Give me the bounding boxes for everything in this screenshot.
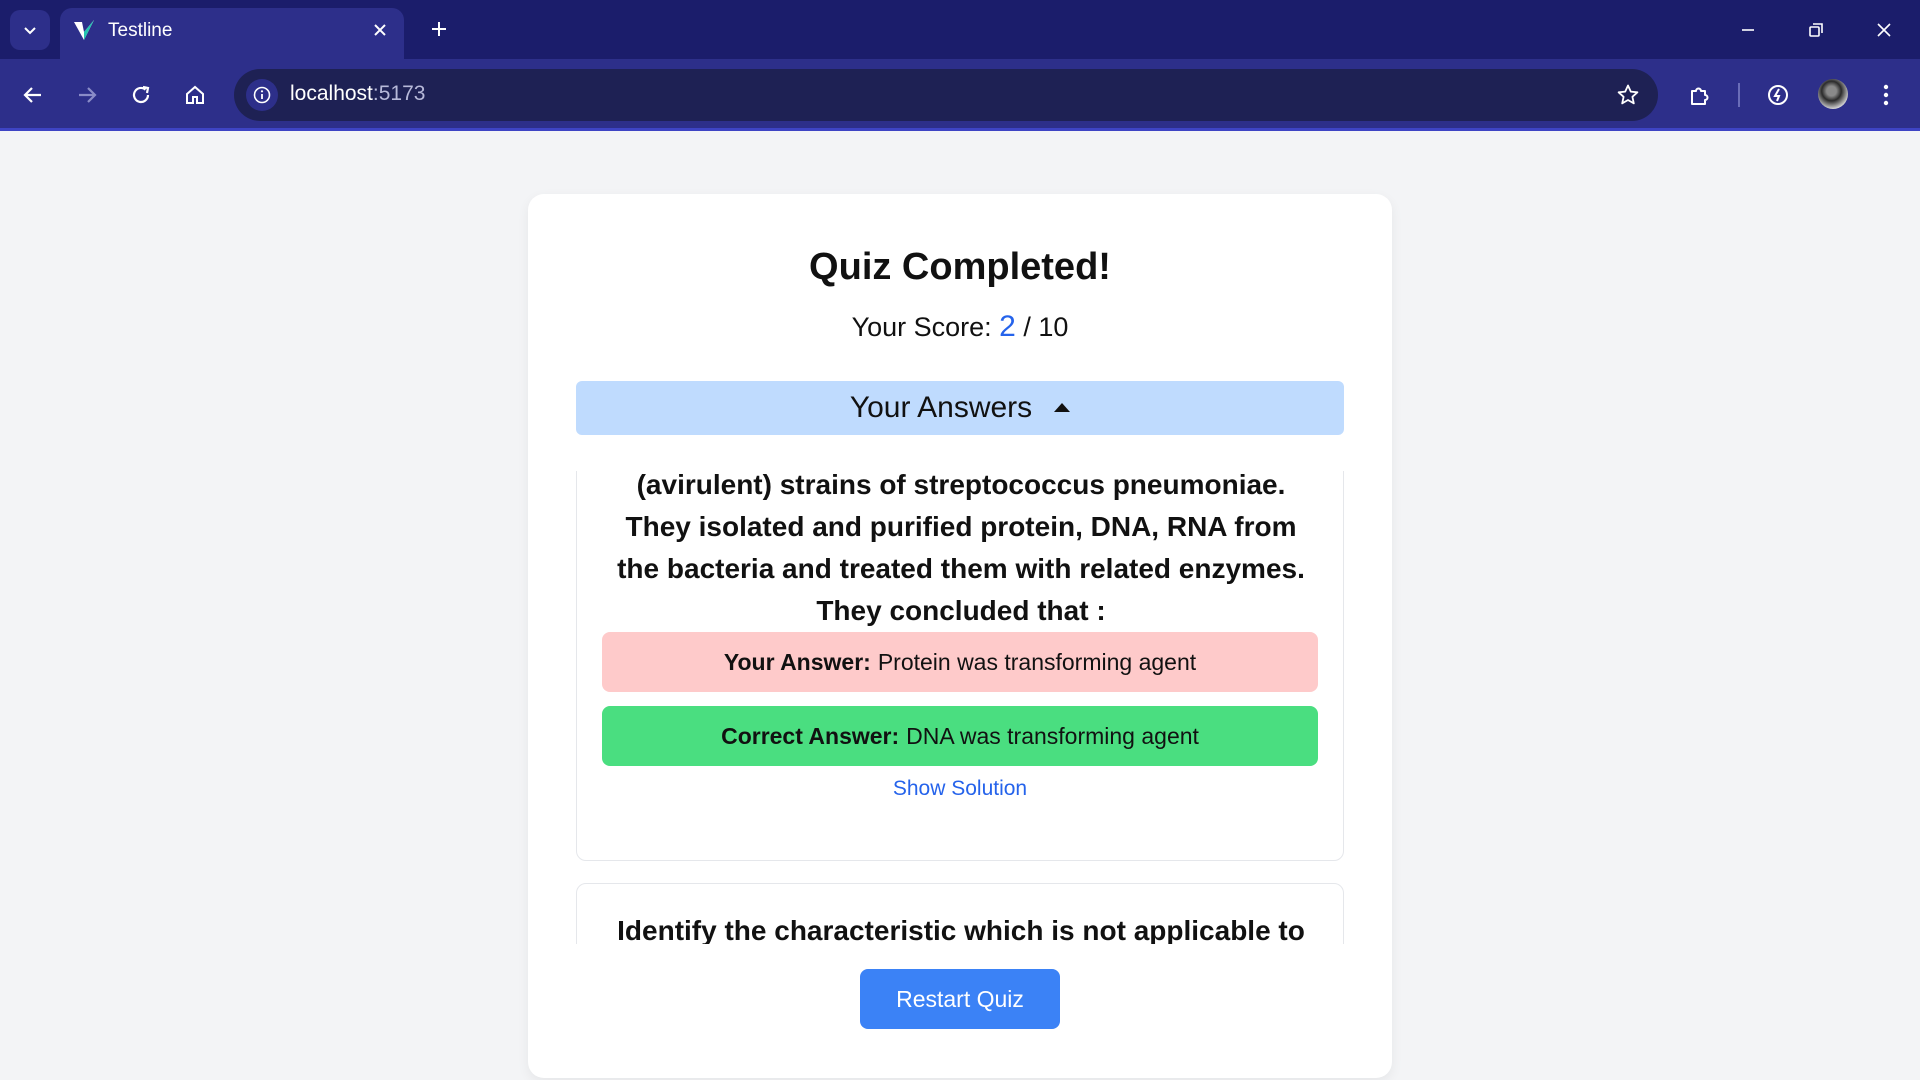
forward-button[interactable] [67,75,107,115]
url-port: :5173 [372,82,426,105]
show-solution-link[interactable]: Show Solution [577,777,1343,801]
tab-title: Testline [108,20,173,41]
arrow-left-icon [23,87,41,103]
answer-card: Identify the characteristic which is not… [576,883,1344,944]
question-text: Identify the characteristic which is not… [617,915,1305,944]
question-text: (avirulent) strains of streptococcus pne… [617,471,1305,626]
browser-menu-button[interactable] [1866,75,1906,115]
close-icon [1877,23,1891,37]
reload-button[interactable] [121,75,161,115]
correct-answer-value: DNA was transforming agent [906,722,1199,749]
restore-icon [1809,23,1823,37]
url-host: localhost [290,82,373,105]
your-answer-label: Your Answer: [723,648,871,675]
speedometer-icon [1768,85,1788,105]
quiz-result-card: Quiz Completed! Your Score: 2 / 10 Your … [528,194,1392,1078]
score-value: 2 [999,310,1016,343]
score-line: Your Score: 2 / 10 [528,310,1392,344]
page-title: Quiz Completed! [809,246,1111,288]
your-answer-value: Protein was transforming agent [877,648,1197,675]
your-answer-box: Your Answer: Protein was transforming ag… [602,632,1318,692]
reload-icon [132,85,150,104]
your-answers-toggle[interactable]: Your Answers [576,381,1344,435]
testline-favicon-icon [74,20,94,40]
score-label: Your Score: [851,312,992,342]
arrow-right-icon [79,87,97,103]
answers-list[interactable]: (avirulent) strains of streptococcus pne… [576,471,1346,944]
tab-search-button[interactable] [10,10,50,50]
browser-toolbar: localhost:5173 [0,59,1920,131]
score-total: / 10 [1023,312,1069,342]
home-icon [186,85,204,104]
extensions-button[interactable] [1680,75,1720,115]
close-window-button[interactable] [1864,10,1904,50]
minimize-icon [1742,29,1754,31]
answer-card: (avirulent) strains of streptococcus pne… [576,471,1344,861]
site-info-icon[interactable] [246,79,278,111]
restart-quiz-button[interactable]: Restart Quiz [860,969,1060,1029]
back-button[interactable] [13,75,53,115]
minimize-button[interactable] [1728,10,1768,50]
browser-tabstrip: Testline [0,0,1920,59]
tab-close-icon[interactable] [370,20,390,40]
new-tab-button[interactable] [424,14,454,44]
caret-up-icon [1054,402,1071,412]
url-text[interactable]: localhost:5173 [290,82,425,106]
profile-avatar[interactable] [1818,79,1848,109]
puzzle-icon [1691,87,1709,105]
restore-button[interactable] [1796,10,1836,50]
home-button[interactable] [175,75,215,115]
plus-icon [432,22,446,36]
toolbar-separator [1738,83,1740,107]
browser-tab[interactable]: Testline [60,8,404,59]
more-vertical-icon [1883,84,1889,106]
performance-button[interactable] [1758,75,1798,115]
address-bar[interactable]: localhost:5173 [234,69,1658,121]
correct-answer-box: Correct Answer: DNA was transforming age… [602,706,1318,766]
chevron-down-icon [24,27,36,35]
bookmark-star-icon[interactable] [1614,81,1642,109]
your-answers-label: Your Answers [849,391,1033,424]
correct-answer-label: Correct Answer: [721,722,900,749]
